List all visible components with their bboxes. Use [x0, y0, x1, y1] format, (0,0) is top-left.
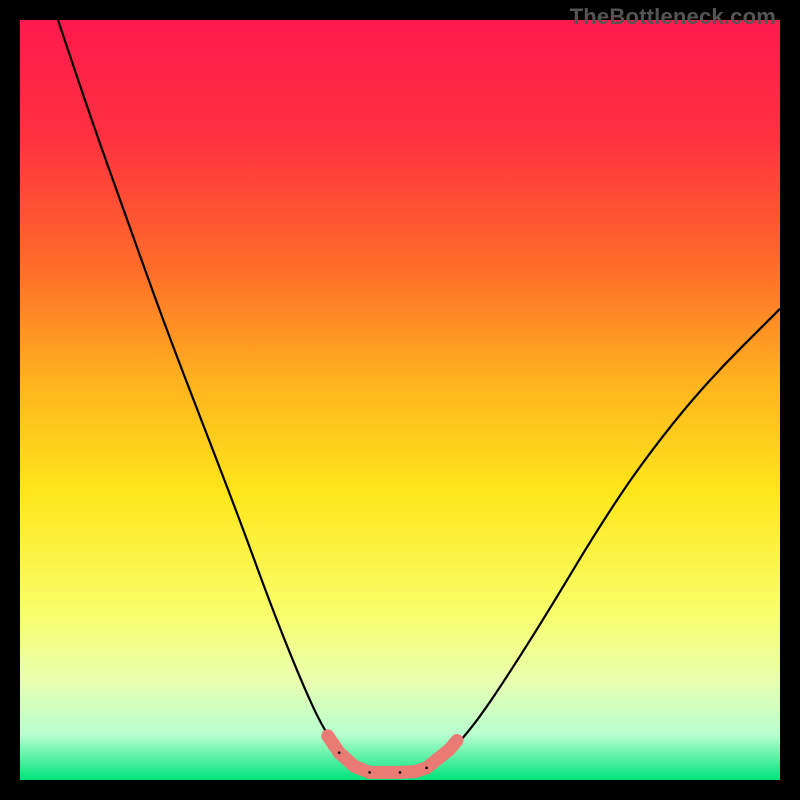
plot-area — [20, 20, 780, 780]
chart-frame: TheBottleneck.com — [0, 0, 800, 800]
chart-svg — [20, 20, 780, 780]
gradient-background — [20, 20, 780, 780]
watermark-text: TheBottleneck.com — [570, 4, 776, 30]
